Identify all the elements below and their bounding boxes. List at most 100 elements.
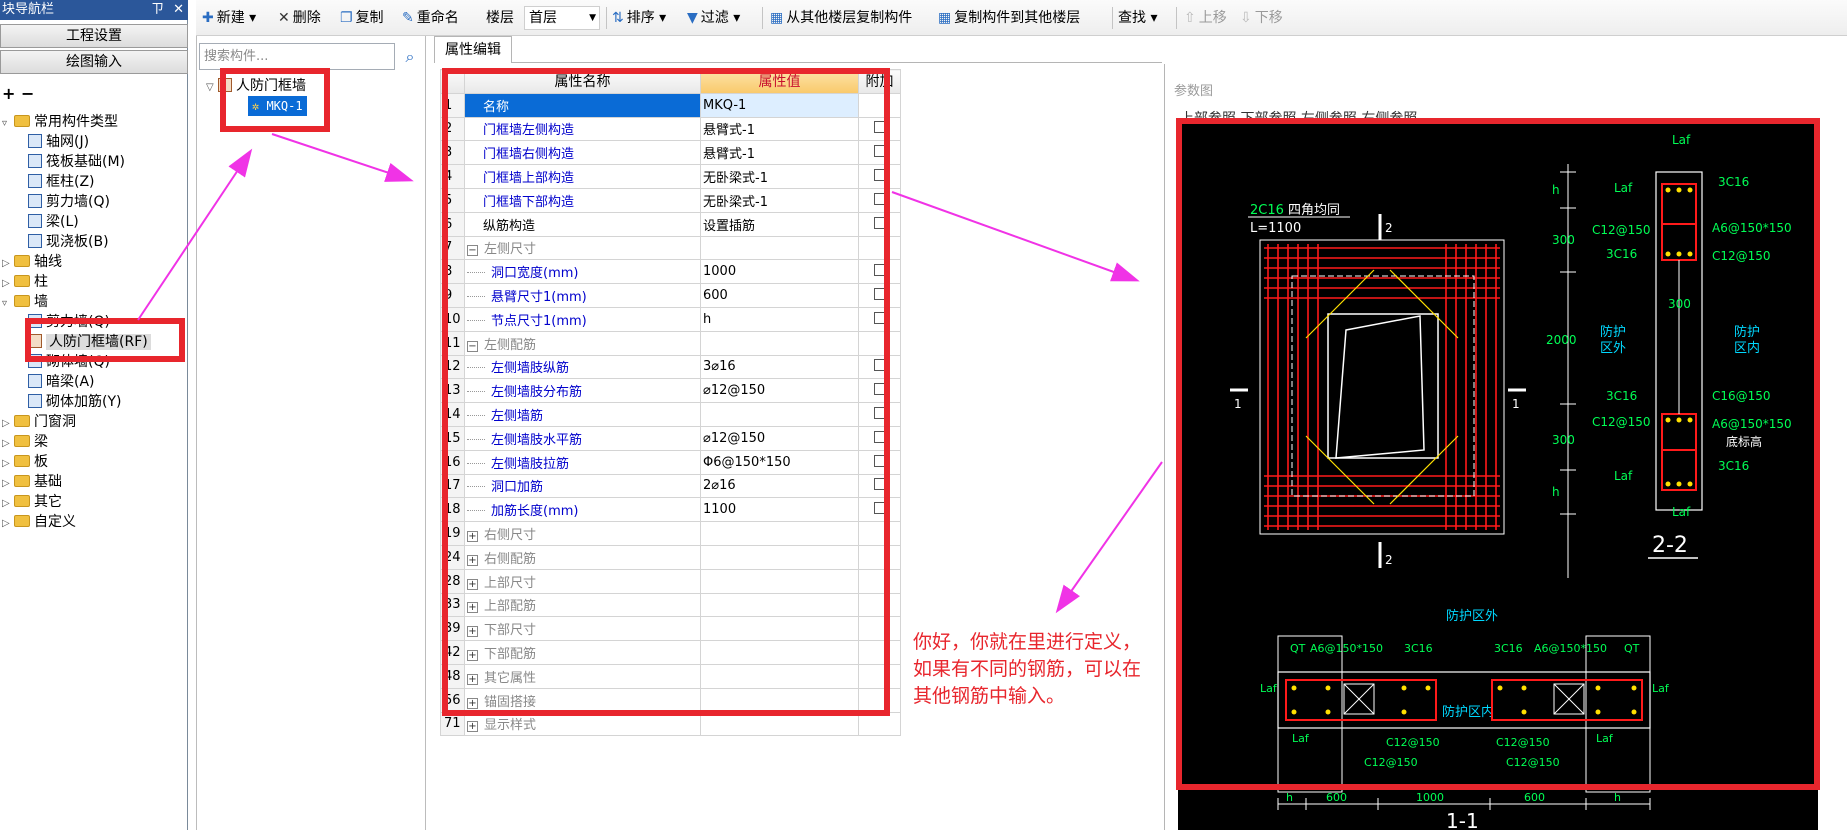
move-down-button[interactable]: ⇩ 下移 <box>1240 6 1283 30</box>
nav-tree-item[interactable]: 筏板基础(M) <box>28 152 125 172</box>
nav-tree-item[interactable]: 框柱(Z) <box>28 172 95 192</box>
nav-tree-label: 暗梁(A) <box>46 374 95 390</box>
component-icon <box>28 154 42 168</box>
drawing-input-button[interactable]: 绘图输入 <box>0 50 188 74</box>
folder-icon <box>14 475 30 487</box>
pin-icon[interactable]: ㄗ <box>151 0 164 20</box>
folder-icon <box>14 255 30 267</box>
separator <box>1176 7 1177 29</box>
nav-tree-label: 梁 <box>34 434 48 450</box>
nav-tree-item[interactable]: ▷ 基础 <box>2 472 62 492</box>
nav-tree-label: 自定义 <box>34 514 76 530</box>
highlight-component <box>220 68 330 132</box>
rename-icon: ✎ <box>402 10 414 26</box>
sec11-dim-1000: 1000 <box>1416 791 1444 804</box>
expand-icon[interactable]: ▷ <box>2 414 14 434</box>
nav-title-bar: 块导航栏 ㄗ ✕ <box>0 0 188 20</box>
delete-button[interactable]: ✕ 删除 <box>278 6 321 30</box>
parameter-panel-title: 参数图 <box>1174 84 1214 99</box>
collapse-icon[interactable]: ▽ <box>206 78 218 98</box>
nav-tree-item[interactable]: 现浇板(B) <box>28 232 109 252</box>
folder-icon <box>14 295 30 307</box>
expand-icon[interactable]: ▷ <box>2 474 14 494</box>
copy-from-floor-button[interactable]: ▦ 从其他楼层复制构件 <box>770 6 912 30</box>
sec11-title: 1-1 <box>1446 809 1479 830</box>
annotation-note: 你好，你就在里进行定义， 如果有不同的钢筋，可以在 其他钢筋中输入。 <box>913 629 1203 710</box>
nav-tree-item[interactable]: 轴网(J) <box>28 132 89 152</box>
toolbar: ✚ 新建 ▾ ✕ 删除 ❐ 复制 ✎ 重命名 楼层 首层 ▼ ⇅ 排序 ▾ ▼ 过滤 ▾ ▦ 从… <box>196 0 1847 36</box>
nav-tree-item[interactable]: 剪力墙(Q) <box>28 192 110 212</box>
expand-icon[interactable]: + <box>467 721 478 733</box>
chevron-down-icon: ▼ <box>589 13 596 23</box>
nav-tree-item[interactable]: ▷ 自定义 <box>2 512 76 532</box>
nav-tree-item[interactable]: ▷ 门窗洞 <box>2 412 76 432</box>
expand-icon[interactable]: ▷ <box>2 254 14 274</box>
tab-property-edit[interactable]: 属性编辑 <box>434 36 512 63</box>
property-name-text: 显示样式 <box>484 718 537 734</box>
folder-icon <box>14 455 30 467</box>
sort-button[interactable]: ⇅ 排序 ▾ <box>612 6 666 30</box>
separator <box>762 7 763 29</box>
component-icon <box>28 234 42 248</box>
copy-to-floor-icon: ▦ <box>938 10 952 26</box>
nav-tree-label: 砌体加筋(Y) <box>46 394 122 410</box>
expand-icon[interactable]: ▷ <box>2 494 14 514</box>
floor-select[interactable]: 首层 ▼ <box>524 6 600 30</box>
highlight-diagram <box>1176 118 1820 790</box>
folder-icon <box>14 515 30 527</box>
nav-tree-item[interactable]: ▷ 柱 <box>2 272 48 292</box>
nav-tree-label: 现浇板(B) <box>46 234 109 250</box>
collapse-icon[interactable]: ▿ <box>2 114 14 134</box>
component-icon <box>28 374 42 388</box>
note-line: 如果有不同的钢筋，可以在 <box>913 658 1142 680</box>
new-icon: ✚ <box>202 10 214 26</box>
nav-tree-item[interactable]: 暗梁(A) <box>28 372 95 392</box>
nav-tree-item[interactable]: ▷ 其它 <box>2 492 62 512</box>
separator <box>1112 7 1113 29</box>
nav-tree-item[interactable]: ▷ 板 <box>2 452 48 472</box>
component-icon <box>28 174 42 188</box>
copy-from-floor-icon: ▦ <box>770 10 784 26</box>
move-up-button[interactable]: ⇧ 上移 <box>1184 6 1227 30</box>
folder-icon <box>14 275 30 287</box>
close-icon[interactable]: ✕ <box>173 0 184 20</box>
nav-tree-label: 基础 <box>34 474 62 490</box>
folder-icon <box>14 495 30 507</box>
copy-to-floor-button[interactable]: ▦ 复制构件到其他楼层 <box>938 6 1080 30</box>
nav-tree-item[interactable]: ▷ 轴线 <box>2 252 62 272</box>
nav-tree-item[interactable]: ▿ 墙 <box>2 292 48 312</box>
search-input[interactable]: 搜索构件... <box>199 43 395 70</box>
rename-button[interactable]: ✎ 重命名 <box>402 6 459 30</box>
nav-tree-label: 剪力墙(Q) <box>46 194 110 210</box>
copy-icon: ❐ <box>340 10 353 26</box>
separator <box>606 7 607 29</box>
collapse-icon[interactable]: ▿ <box>2 294 14 314</box>
expand-icon[interactable]: ▷ <box>2 434 14 454</box>
component-list-panel <box>196 36 426 830</box>
copy-button[interactable]: ❐ 复制 <box>340 6 384 30</box>
nav-tree-item[interactable]: ▿ 常用构件类型 <box>2 112 118 132</box>
project-settings-button[interactable]: 工程设置 <box>0 24 188 48</box>
expand-icon[interactable]: ▷ <box>2 454 14 474</box>
nav-tree-item[interactable]: 砌体加筋(Y) <box>28 392 121 412</box>
nav-title: 块导航栏 <box>2 2 55 17</box>
component-icon <box>28 214 42 228</box>
nav-tree-label: 门窗洞 <box>34 414 76 430</box>
expand-collapse-icons[interactable]: + − <box>0 84 188 106</box>
highlight-property-grid <box>442 68 890 716</box>
filter-icon: ▼ <box>687 10 698 26</box>
sec11-dim-600-right: 600 <box>1524 791 1545 804</box>
filter-button[interactable]: ▼ 过滤 ▾ <box>687 6 740 30</box>
nav-tree-item[interactable]: ▷ 梁 <box>2 432 48 452</box>
expand-icon[interactable]: ▷ <box>2 514 14 534</box>
search-icon[interactable]: ⌕ <box>398 44 422 69</box>
arrow-down-icon: ⇩ <box>1240 10 1252 26</box>
nav-tree-label: 其它 <box>34 494 62 510</box>
nav-tree-label: 板 <box>34 454 48 470</box>
note-line: 你好，你就在里进行定义， <box>913 631 1142 653</box>
new-button[interactable]: ✚ 新建 ▾ <box>202 6 256 30</box>
nav-tree-label: 轴网(J) <box>46 134 90 150</box>
find-button[interactable]: 查找 ▾ <box>1118 6 1157 30</box>
expand-icon[interactable]: ▷ <box>2 274 14 294</box>
nav-tree-item[interactable]: 梁(L) <box>28 212 79 232</box>
